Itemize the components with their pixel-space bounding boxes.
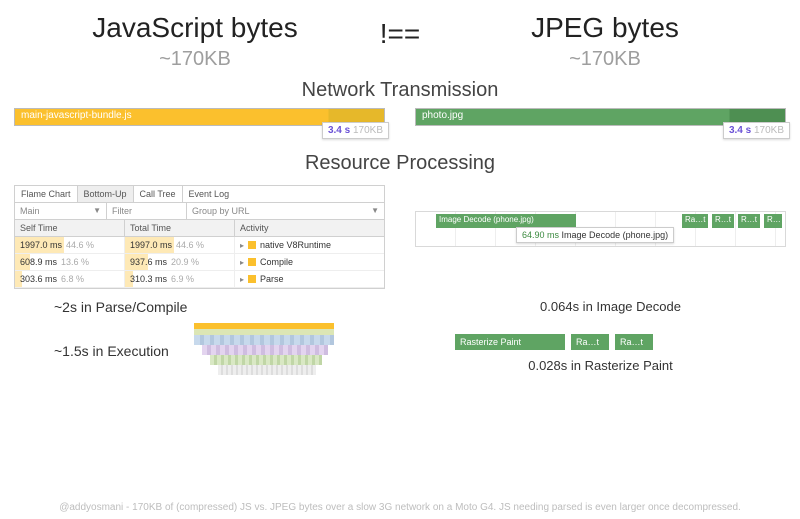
devtools-thread-select[interactable]: Main ▼ — [15, 203, 107, 219]
devtools-table-header: Self Time Total Time Activity — [15, 220, 384, 237]
network-jpg-time: 3.4 s — [729, 125, 751, 136]
not-equals-symbol: !== — [360, 12, 440, 71]
cell-self-time: 303.6 ms6.8 % — [15, 271, 125, 287]
exec-row: ~1.5s in Execution Rasterize Paint Ra…t … — [0, 315, 800, 379]
exec-left: ~1.5s in Execution — [14, 323, 385, 379]
devtools-group-select[interactable]: Group by URL ▼ — [187, 203, 384, 219]
tab-event-log[interactable]: Event Log — [183, 186, 236, 202]
network-jpg-filename: photo.jpg — [422, 110, 463, 121]
devtools-container: Flame Chart Bottom-Up Call Tree Event Lo… — [14, 185, 385, 289]
cell-activity: ▸Compile — [235, 254, 384, 270]
rasterize-block: Ra…t — [615, 334, 653, 350]
jpg-title: JPEG bytes — [440, 12, 770, 44]
cell-total-time: 1997.0 ms44.6 % — [125, 237, 235, 253]
expand-icon[interactable]: ▸ — [240, 258, 244, 267]
rasterize-block: Rasterize Paint — [455, 334, 565, 350]
section-processing-title: Resource Processing — [0, 152, 800, 175]
table-row[interactable]: 608.9 ms13.6 %937.6 ms20.9 %▸Compile — [15, 254, 384, 271]
header-js-col: JavaScript bytes ~170KB — [30, 12, 360, 71]
stat-js-parse: ~2s in Parse/Compile — [14, 299, 405, 315]
stats-row-1: ~2s in Parse/Compile 0.064s in Image Dec… — [0, 289, 800, 315]
js-title: JavaScript bytes — [30, 12, 360, 44]
rasterize-block: Ra…t — [571, 334, 609, 350]
devtools-tabs: Flame Chart Bottom-Up Call Tree Event Lo… — [15, 186, 384, 203]
network-js-time: 3.4 s — [328, 125, 350, 136]
image-decode-tooltip: 64.90 ms Image Decode (phone.jpg) — [516, 227, 674, 243]
stat-img-raster: 0.028s in Rasterize Paint — [415, 358, 786, 373]
footer-credit: @addyosmani - 170KB of (compressed) JS v… — [0, 502, 800, 513]
flame-chart-thumbnail — [194, 323, 334, 379]
rasterize-row: Rasterize Paint Ra…t Ra…t — [455, 334, 786, 350]
network-js-filename: main-javascript-bundle.js — [21, 110, 132, 121]
network-js-col: main-javascript-bundle.js 3.4 s 170KB — [14, 108, 385, 144]
chevron-down-icon: ▼ — [371, 206, 379, 216]
devtools-group-label: Group by URL — [192, 206, 250, 216]
devtools-filter-row: Main ▼ Filter Group by URL ▼ — [15, 203, 384, 220]
chevron-down-icon: ▼ — [93, 206, 101, 216]
scripting-color-icon — [248, 241, 256, 249]
cell-total-time: 310.3 ms6.9 % — [125, 271, 235, 287]
devtools-table-body: 1997.0 ms44.6 %1997.0 ms44.6 %▸native V8… — [15, 237, 384, 288]
cell-total-time: 937.6 ms20.9 % — [125, 254, 235, 270]
devtools-panel: Flame Chart Bottom-Up Call Tree Event Lo… — [14, 185, 385, 289]
expand-icon[interactable]: ▸ — [240, 275, 244, 284]
cell-activity: ▸native V8Runtime — [235, 237, 384, 253]
scripting-color-icon — [248, 258, 256, 266]
network-js-tooltip: 3.4 s 170KB — [322, 122, 389, 139]
table-row[interactable]: 303.6 ms6.8 %310.3 ms6.9 %▸Parse — [15, 271, 384, 288]
image-decode-block: Image Decode (phone.jpg) — [436, 214, 576, 228]
table-row[interactable]: 1997.0 ms44.6 %1997.0 ms44.6 %▸native V8… — [15, 237, 384, 254]
network-row: main-javascript-bundle.js 3.4 s 170KB ph… — [0, 108, 800, 144]
col-self-time[interactable]: Self Time — [15, 220, 125, 236]
exec-right: Rasterize Paint Ra…t Ra…t 0.028s in Rast… — [415, 330, 786, 373]
image-decode-time: 64.90 ms — [522, 230, 559, 240]
cell-self-time: 608.9 ms13.6 % — [15, 254, 125, 270]
scripting-color-icon — [248, 275, 256, 283]
network-jpg-size: 170KB — [754, 125, 784, 136]
image-decode-mini: Ra…t — [682, 214, 708, 228]
image-decode-timeline: Image Decode (phone.jpg) Ra…t R…t R…t R…… — [415, 211, 786, 247]
header-row: JavaScript bytes ~170KB !== JPEG bytes ~… — [0, 0, 800, 71]
js-size: ~170KB — [30, 48, 360, 71]
image-decode-mini: R…t — [738, 214, 760, 228]
tab-bottom-up[interactable]: Bottom-Up — [78, 186, 134, 202]
expand-icon[interactable]: ▸ — [240, 241, 244, 250]
processing-row: Flame Chart Bottom-Up Call Tree Event Lo… — [0, 181, 800, 289]
network-jpg-tooltip: 3.4 s 170KB — [723, 122, 790, 139]
tab-call-tree[interactable]: Call Tree — [134, 186, 183, 202]
stat-img-decode: 0.064s in Image Decode — [435, 299, 786, 315]
col-total-time[interactable]: Total Time — [125, 220, 235, 236]
image-decode-mini: R…t — [712, 214, 734, 228]
stat-js-exec: ~1.5s in Execution — [14, 343, 174, 359]
cell-activity: ▸Parse — [235, 271, 384, 287]
devtools-thread-label: Main — [20, 206, 40, 216]
network-js-size: 170KB — [353, 125, 383, 136]
image-decode-panel: Image Decode (phone.jpg) Ra…t R…t R…t R…… — [415, 185, 786, 289]
jpg-size: ~170KB — [440, 48, 770, 71]
col-activity[interactable]: Activity — [235, 220, 384, 236]
image-decode-tip-label: Image Decode (phone.jpg) — [562, 230, 669, 240]
devtools-filter-input[interactable]: Filter — [107, 203, 187, 219]
section-network-title: Network Transmission — [0, 79, 800, 102]
cell-self-time: 1997.0 ms44.6 % — [15, 237, 125, 253]
image-decode-mini: R… — [764, 214, 782, 228]
network-jpg-col: photo.jpg 3.4 s 170KB — [415, 108, 786, 144]
header-jpg-col: JPEG bytes ~170KB — [440, 12, 770, 71]
tab-flame-chart[interactable]: Flame Chart — [15, 186, 78, 202]
